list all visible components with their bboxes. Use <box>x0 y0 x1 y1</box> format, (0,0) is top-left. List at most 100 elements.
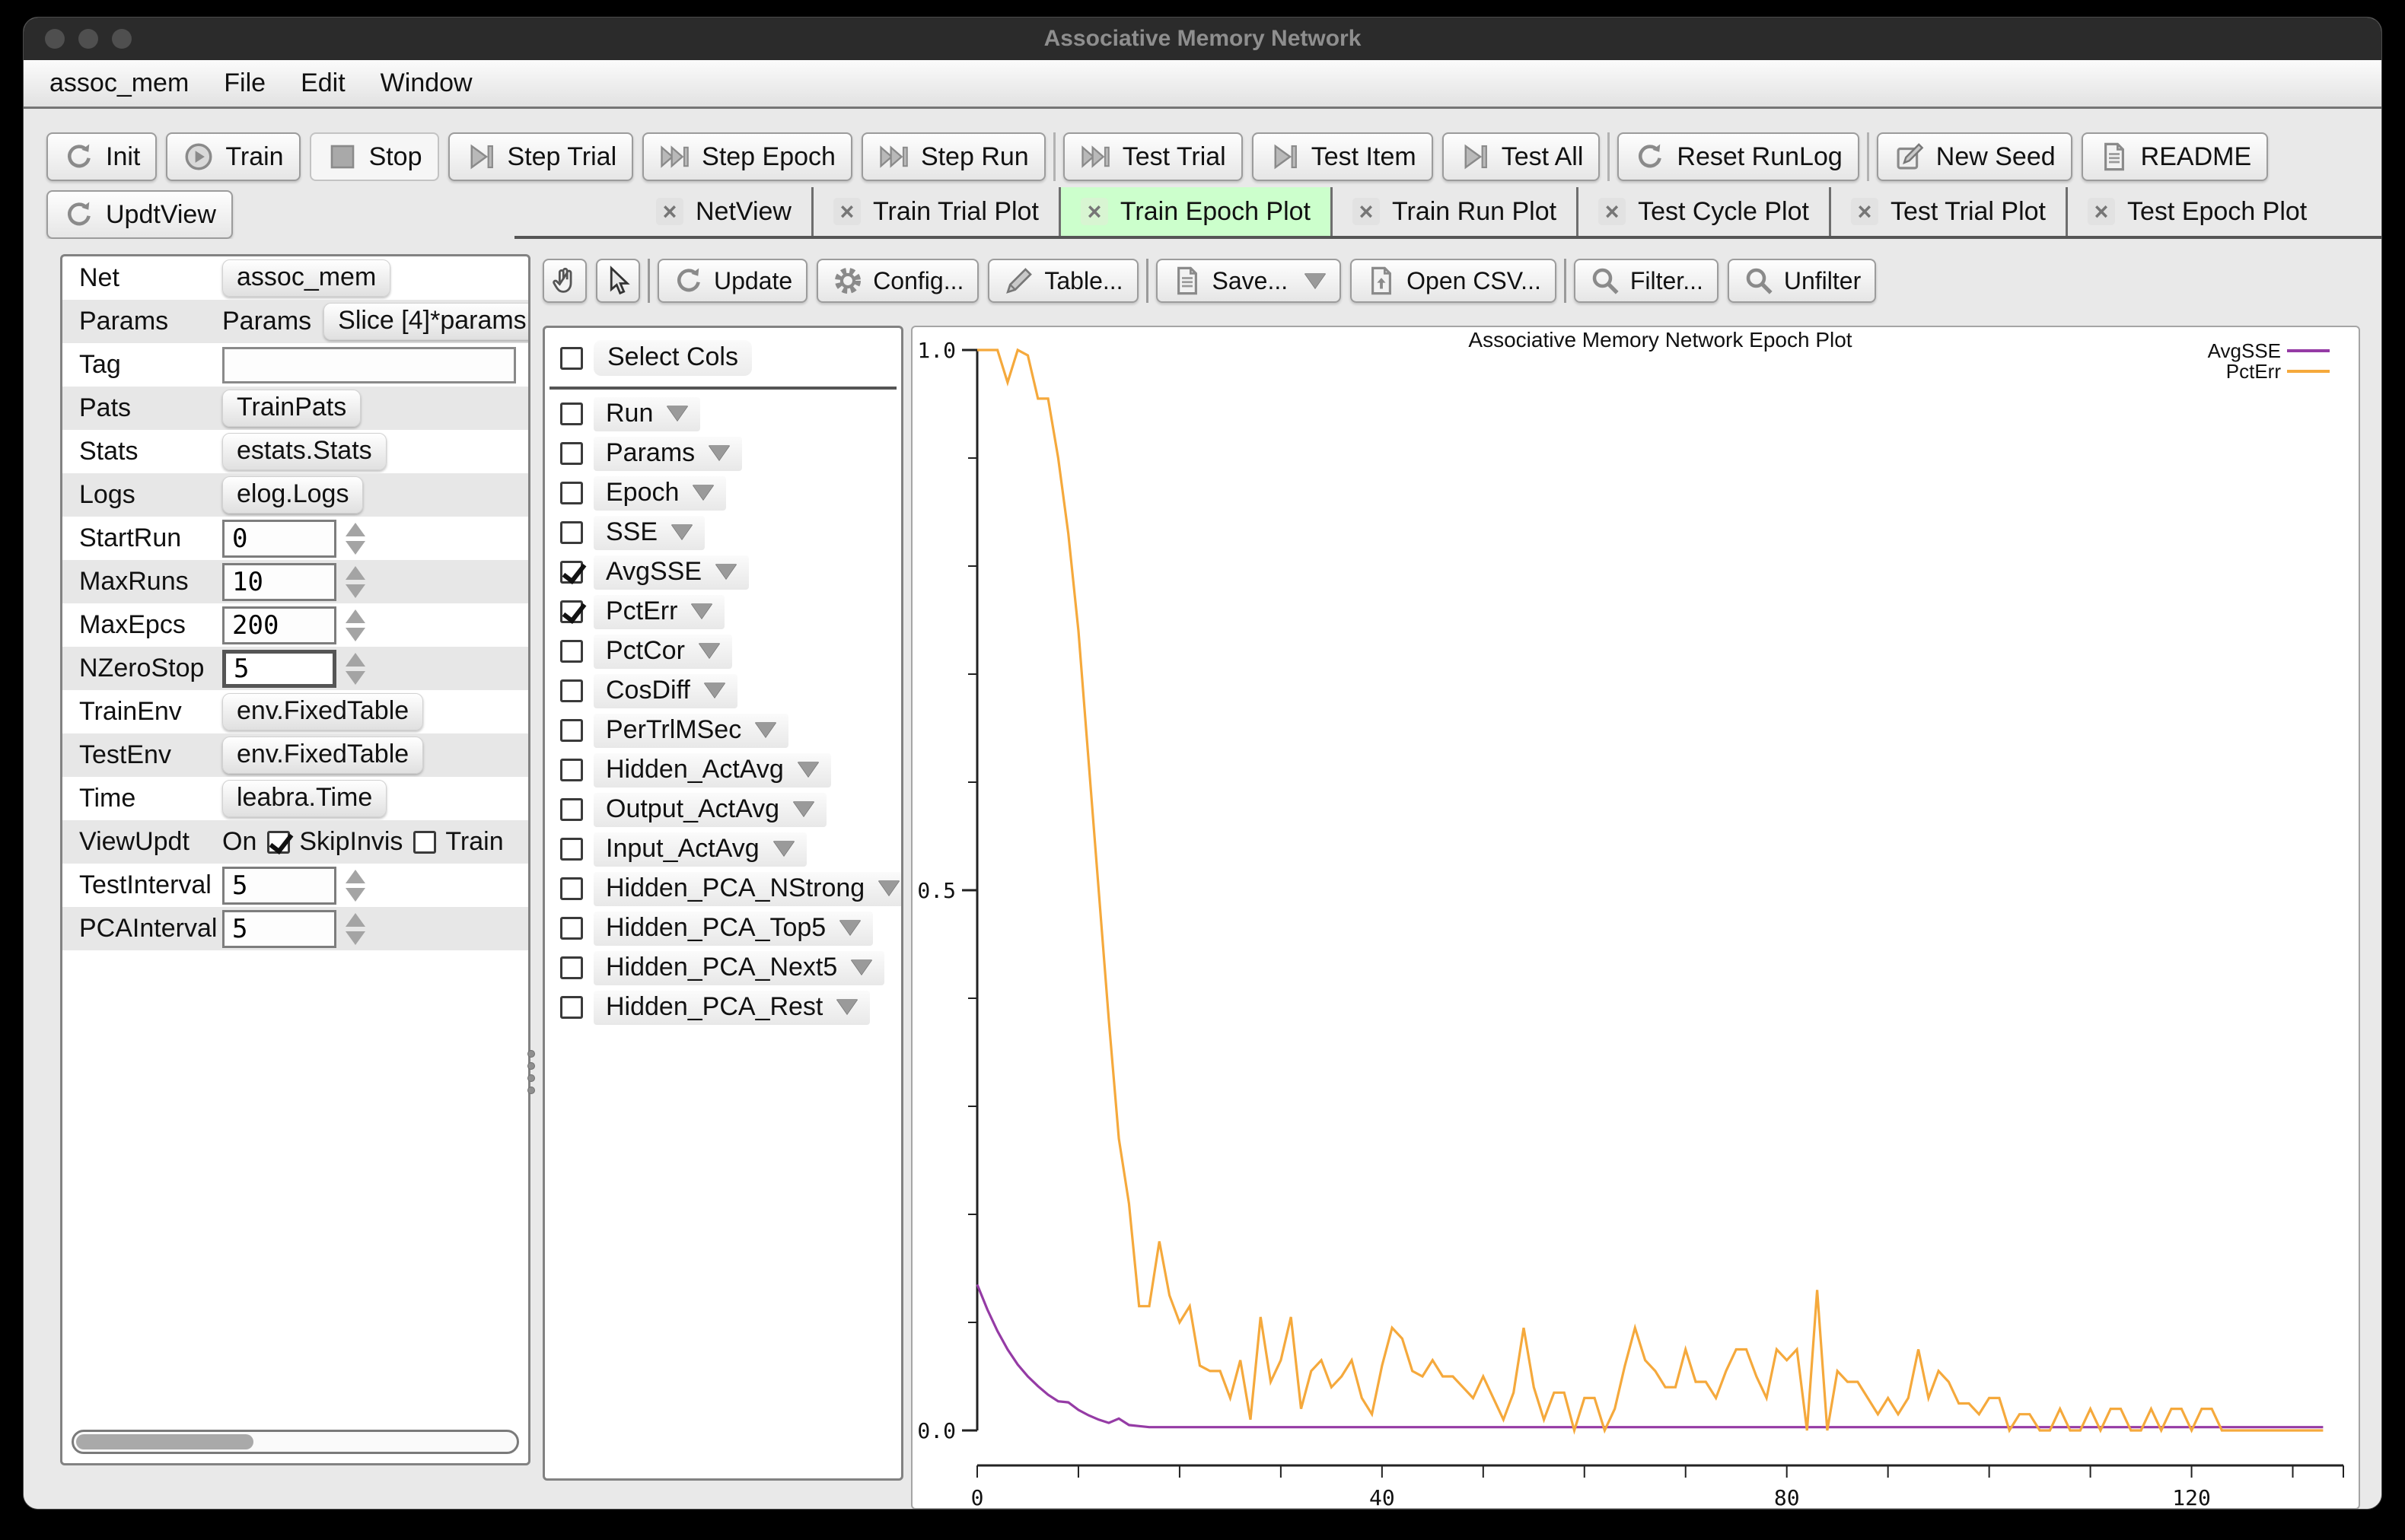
menu-window[interactable]: Window <box>381 68 473 98</box>
spinner-up-icon[interactable] <box>346 870 365 883</box>
net-value-chip[interactable]: assoc_mem <box>222 259 390 297</box>
spinner-up-icon[interactable] <box>346 523 365 536</box>
hidden-pca-next5-column-chip[interactable]: Hidden_PCA_Next5 <box>594 951 884 985</box>
column-dropdown-icon[interactable] <box>667 406 688 421</box>
maxepcs-input[interactable] <box>222 606 336 644</box>
test-trial-button[interactable]: Test Trial <box>1063 132 1243 181</box>
run-checkbox[interactable] <box>560 402 583 425</box>
open-csv-button[interactable]: Open CSV... <box>1350 259 1556 303</box>
select-tool-button[interactable] <box>596 259 640 303</box>
run-column-chip[interactable]: Run <box>594 397 700 431</box>
select-cols-header[interactable]: Select Cols <box>545 328 901 383</box>
cosdiff-column-chip[interactable]: CosDiff <box>594 674 737 708</box>
params-slice-chip[interactable]: Slice [4]*params. <box>323 303 528 340</box>
hidden-pca-top5-checkbox[interactable] <box>560 917 583 940</box>
trainenv-value-chip[interactable]: env.FixedTable <box>222 693 423 730</box>
stop-button[interactable]: Stop <box>310 132 439 181</box>
params-checkbox[interactable] <box>560 442 583 465</box>
column-dropdown-icon[interactable] <box>709 445 730 460</box>
nzerostop-input[interactable] <box>222 650 336 688</box>
close-tab-icon[interactable]: × <box>1352 198 1380 225</box>
epoch-plot-panel[interactable]: Associative Memory Network Epoch Plot0.0… <box>911 326 2360 1510</box>
spinner-up-icon[interactable] <box>346 653 365 667</box>
tab-test-epoch-plot[interactable]: ×Test Epoch Plot <box>2068 187 2327 236</box>
test-all-button[interactable]: Test All <box>1442 132 1601 181</box>
zoom-window-icon[interactable] <box>112 29 132 49</box>
spinner-down-icon[interactable] <box>346 931 365 945</box>
epoch-column-chip[interactable]: Epoch <box>594 476 726 511</box>
hidden-actavg-column-chip[interactable]: Hidden_ActAvg <box>594 753 831 788</box>
pcterr-checkbox[interactable] <box>560 600 583 623</box>
column-dropdown-icon[interactable] <box>671 524 693 539</box>
tab-train-run-plot[interactable]: ×Train Run Plot <box>1333 187 1576 236</box>
stats-value-chip[interactable]: estats.Stats <box>222 433 387 470</box>
filter-button[interactable]: Filter... <box>1574 259 1719 303</box>
new-seed-button[interactable]: New Seed <box>1877 132 2072 181</box>
pertrlmsec-checkbox[interactable] <box>560 719 583 742</box>
maxruns-input[interactable] <box>222 563 336 601</box>
column-dropdown-icon[interactable] <box>793 801 814 816</box>
tag-input[interactable] <box>222 347 516 383</box>
close-tab-icon[interactable]: × <box>1598 198 1626 225</box>
dropdown-arrow-icon[interactable] <box>1304 273 1326 288</box>
skipinvis-checkbox[interactable] <box>267 831 290 854</box>
spinner-up-icon[interactable] <box>346 913 365 927</box>
horizontal-scrollbar[interactable] <box>72 1430 519 1454</box>
tab-test-trial-plot[interactable]: ×Test Trial Plot <box>1831 187 2066 236</box>
hidden-pca-top5-column-chip[interactable]: Hidden_PCA_Top5 <box>594 912 873 946</box>
tab-test-cycle-plot[interactable]: ×Test Cycle Plot <box>1578 187 1829 236</box>
time-value-chip[interactable]: leabra.Time <box>222 780 387 817</box>
spinner-down-icon[interactable] <box>346 628 365 641</box>
step-trial-button[interactable]: Step Trial <box>448 132 634 181</box>
hidden-pca-rest-column-chip[interactable]: Hidden_PCA_Rest <box>594 991 870 1025</box>
splitter-handle-icon[interactable] <box>527 1050 535 1094</box>
column-dropdown-icon[interactable] <box>773 841 795 856</box>
cosdiff-checkbox[interactable] <box>560 679 583 702</box>
sse-checkbox[interactable] <box>560 521 583 544</box>
column-dropdown-icon[interactable] <box>798 762 819 777</box>
epoch-plot-canvas[interactable]: Associative Memory Network Epoch Plot0.0… <box>913 327 2359 1508</box>
spinner-down-icon[interactable] <box>346 888 365 902</box>
tab-train-epoch-plot[interactable]: ×Train Epoch Plot <box>1061 187 1330 236</box>
sse-column-chip[interactable]: SSE <box>594 516 705 550</box>
spinner-up-icon[interactable] <box>346 609 365 623</box>
hidden-pca-rest-checkbox[interactable] <box>560 996 583 1019</box>
hidden-pca-nstrong-checkbox[interactable] <box>560 877 583 900</box>
column-dropdown-icon[interactable] <box>878 880 900 896</box>
train-checkbox[interactable] <box>413 831 436 854</box>
scrollbar-thumb[interactable] <box>76 1434 253 1449</box>
spinner-down-icon[interactable] <box>346 541 365 555</box>
epoch-checkbox[interactable] <box>560 482 583 504</box>
init-button[interactable]: Init <box>46 132 157 181</box>
tab-netview[interactable]: ×NetView <box>636 187 811 236</box>
logs-value-chip[interactable]: elog.Logs <box>222 476 363 514</box>
column-dropdown-icon[interactable] <box>715 564 737 579</box>
input-actavg-column-chip[interactable]: Input_ActAvg <box>594 832 807 867</box>
tab-train-trial-plot[interactable]: ×Train Trial Plot <box>814 187 1059 236</box>
close-tab-icon[interactable]: × <box>833 198 861 225</box>
column-dropdown-icon[interactable] <box>836 999 858 1014</box>
pcainterval-input[interactable] <box>222 910 336 948</box>
column-dropdown-icon[interactable] <box>755 722 776 737</box>
save-button[interactable]: Save... <box>1156 259 1342 303</box>
spinner-down-icon[interactable] <box>346 671 365 685</box>
config-button[interactable]: Config... <box>817 259 979 303</box>
pats-value-chip[interactable]: TrainPats <box>222 390 361 427</box>
table-button[interactable]: Table... <box>988 259 1138 303</box>
params-column-chip[interactable]: Params <box>594 437 742 471</box>
readme-button[interactable]: README <box>2082 132 2268 181</box>
close-tab-icon[interactable]: × <box>656 198 683 225</box>
hidden-actavg-checkbox[interactable] <box>560 759 583 781</box>
column-dropdown-icon[interactable] <box>839 920 861 935</box>
updtview-button[interactable]: UpdtView <box>46 190 233 239</box>
testenv-value-chip[interactable]: env.FixedTable <box>222 737 423 774</box>
column-dropdown-icon[interactable] <box>851 959 872 975</box>
pctcor-column-chip[interactable]: PctCor <box>594 635 732 669</box>
avgsse-checkbox[interactable] <box>560 561 583 584</box>
close-tab-icon[interactable]: × <box>2088 198 2115 225</box>
train-button[interactable]: Train <box>166 132 300 181</box>
step-run-button[interactable]: Step Run <box>862 132 1046 181</box>
column-dropdown-icon[interactable] <box>693 485 714 500</box>
close-tab-icon[interactable]: × <box>1851 198 1878 225</box>
menu-assoc-mem[interactable]: assoc_mem <box>49 68 189 98</box>
